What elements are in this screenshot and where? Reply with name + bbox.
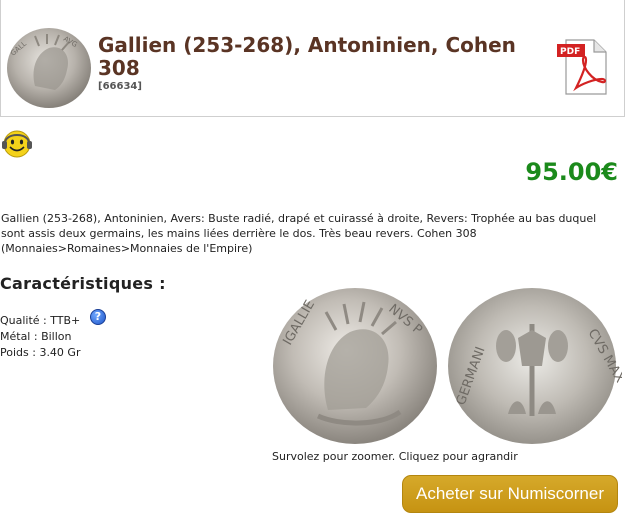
product-reference: [66634] <box>98 81 142 92</box>
product-title: Gallien (253-268), Antoninien, Cohen 308 <box>98 33 516 80</box>
help-icon[interactable]: ? <box>90 309 106 325</box>
pdf-icon[interactable]: PDF <box>556 38 608 96</box>
buy-button[interactable]: Acheter sur Numiscorner <box>402 475 618 513</box>
pdf-label: PDF <box>560 47 580 57</box>
spec-metal: Métal : Billon <box>0 330 72 343</box>
product-header: GALL AVG Gallien (253-268), Antoninien, … <box>0 0 625 117</box>
coin-thumbnail[interactable]: GALL AVG <box>5 26 93 110</box>
spec-quality: Qualité : TTB+ <box>0 314 81 327</box>
smiley-headset-icon <box>2 130 32 158</box>
product-description: Gallien (253-268), Antoninien, Avers: Bu… <box>1 212 597 255</box>
coin-obverse: IGALLIE NVS P <box>273 288 437 444</box>
product-price: 95.00€ <box>525 158 618 186</box>
image-caption: Survolez pour zoomer. Cliquez pour agran… <box>272 450 518 463</box>
spec-weight: Poids : 3.40 Gr <box>0 346 81 359</box>
specs-heading: Caractéristiques : <box>0 274 166 293</box>
coin-reverse: GERMANI CVS MAX <box>448 288 622 444</box>
coin-image[interactable]: IGALLIE NVS P GERMANI CVS MAX <box>270 286 622 446</box>
